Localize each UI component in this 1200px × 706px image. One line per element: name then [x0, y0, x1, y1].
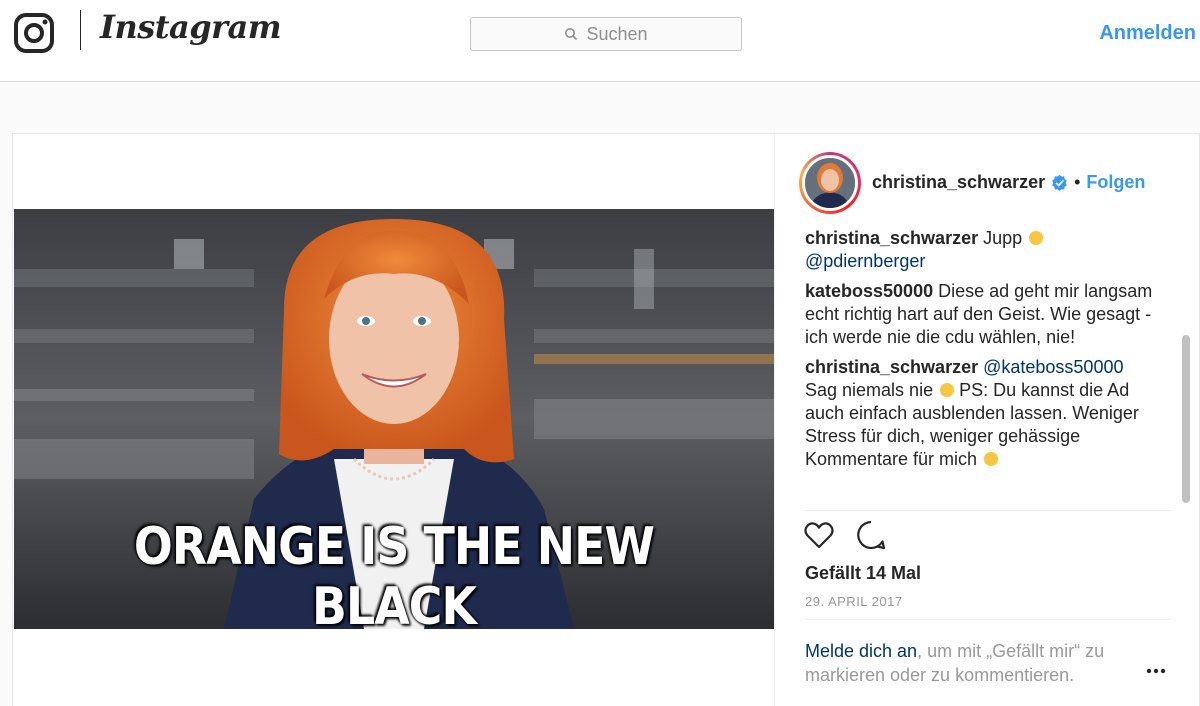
heart-icon[interactable] [803, 519, 835, 551]
wink-emoji-icon [984, 452, 999, 466]
comment-username[interactable]: kateboss50000 [805, 281, 933, 301]
separator-dot: • [1074, 172, 1081, 192]
post-date[interactable]: 29. APRIL 2017 [805, 594, 903, 609]
more-icon[interactable] [1145, 667, 1167, 675]
comment-username[interactable]: christina_schwarzer [805, 357, 978, 377]
comment-text: Sag niemals nie [805, 380, 934, 400]
search-placeholder: Suchen [586, 23, 648, 44]
follow-button[interactable]: Folgen [1086, 172, 1145, 193]
author-username[interactable]: christina_schwarzer [872, 172, 1045, 193]
instagram-logo-icon[interactable] [14, 13, 54, 53]
instagram-wordmark[interactable]: Instagram [100, 8, 282, 46]
post-image[interactable]: ORANGE IS THE NEW BLACK [14, 209, 774, 629]
post-actions [803, 519, 907, 551]
divider [805, 619, 1171, 620]
search-input[interactable]: Suchen [470, 17, 742, 51]
post-sidebar: christina_schwarzer • Folgen christina_s… [774, 134, 1200, 706]
login-prompt-link[interactable]: Melde dich an [805, 641, 917, 661]
comment-item: christina_schwarzer Jupp @pdiernberger [805, 227, 1165, 273]
login-button[interactable]: Anmelden [1099, 22, 1196, 45]
avatar-portrait-icon [805, 158, 855, 208]
comment-icon[interactable] [855, 519, 887, 551]
login-prompt: Melde dich an, um mit „Gefällt mir“ zu m… [805, 639, 1145, 687]
search-icon [565, 28, 578, 41]
comment-text: Jupp [978, 228, 1028, 248]
image-caption-text: ORANGE IS THE NEW BLACK [133, 517, 655, 629]
post-card: ORANGE IS THE NEW BLACK christina_schwar… [12, 133, 1200, 706]
comments-scrollbar[interactable] [1179, 232, 1191, 507]
wink-emoji-icon [940, 383, 955, 397]
verified-icon [1052, 174, 1067, 191]
post-header: christina_schwarzer • Folgen [775, 134, 1200, 232]
likes-count[interactable]: Gefällt 14 Mal [805, 563, 921, 584]
avatar[interactable] [799, 152, 861, 214]
comment-username[interactable]: christina_schwarzer [805, 228, 978, 248]
hand-emoji-icon [1029, 231, 1044, 245]
comments-list[interactable]: christina_schwarzer Jupp @pdiernberger k… [805, 227, 1165, 509]
comment-mention[interactable]: @kateboss50000 [983, 357, 1123, 377]
logo-divider [80, 10, 81, 50]
comment-item: christina_schwarzer @kateboss50000 Sag n… [805, 356, 1165, 471]
top-bar: Instagram Suchen Anmelden [0, 0, 1200, 82]
divider [805, 510, 1171, 511]
comment-item: kateboss50000 Diese ad geht mir langsam … [805, 280, 1165, 349]
avatar-image [802, 155, 858, 211]
scrollbar-thumb[interactable] [1182, 335, 1190, 503]
comment-mention[interactable]: @pdiernberger [805, 251, 925, 271]
author-line: christina_schwarzer • Folgen [872, 172, 1145, 193]
